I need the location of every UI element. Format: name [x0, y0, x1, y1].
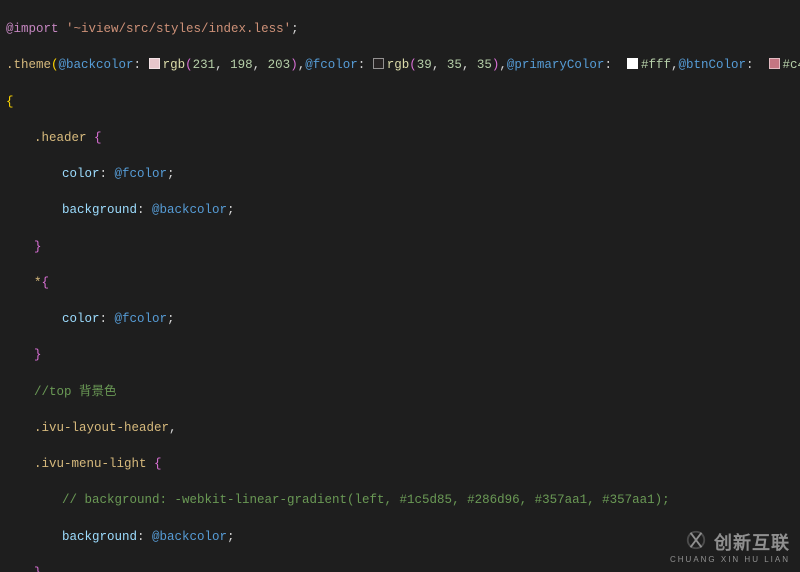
token-fn-rgb: rgb [163, 58, 186, 72]
token-var-fcolor: @fcolor [305, 58, 358, 72]
code-line: color: @fcolor; [6, 310, 794, 328]
token-semicolon: ; [291, 22, 299, 36]
color-swatch-btn [769, 58, 780, 69]
code-line: background: @backcolor; [6, 201, 794, 219]
color-swatch-primary [627, 58, 638, 69]
code-line: // background: -webkit-linear-gradient(l… [6, 491, 794, 509]
code-line: .theme(@backcolor: rgb(231, 198, 203),@f… [6, 56, 794, 74]
code-line: } [6, 346, 794, 364]
token-var-backcolor: @backcolor [59, 58, 134, 72]
token-paren: ( [51, 58, 59, 72]
token-var-btn: @btnColor [679, 58, 747, 72]
token-selector-theme: .theme [6, 58, 51, 72]
token-var-primary: @primaryColor [507, 58, 605, 72]
code-line: @import '~iview/src/styles/index.less'; [6, 20, 794, 38]
token-string-path: '~iview/src/styles/index.less' [66, 22, 291, 36]
code-line: *{ [6, 274, 794, 292]
token-comment-top: //top 背景色 [34, 385, 117, 399]
code-line: .ivu-menu-light { [6, 455, 794, 473]
code-line: .header { [6, 129, 794, 147]
color-swatch-backcolor [149, 58, 160, 69]
code-line: } [6, 238, 794, 256]
color-swatch-fcolor [373, 58, 384, 69]
code-editor[interactable]: @import '~iview/src/styles/index.less'; … [0, 0, 800, 572]
code-line: { [6, 93, 794, 111]
code-line: background: @backcolor; [6, 528, 794, 546]
token-comment-gradient: // background: -webkit-linear-gradient(l… [62, 493, 670, 507]
token-keyword-import: @import [6, 22, 59, 36]
code-line: } [6, 564, 794, 572]
code-line: color: @fcolor; [6, 165, 794, 183]
code-line: .ivu-layout-header, [6, 419, 794, 437]
code-line: //top 背景色 [6, 383, 794, 401]
